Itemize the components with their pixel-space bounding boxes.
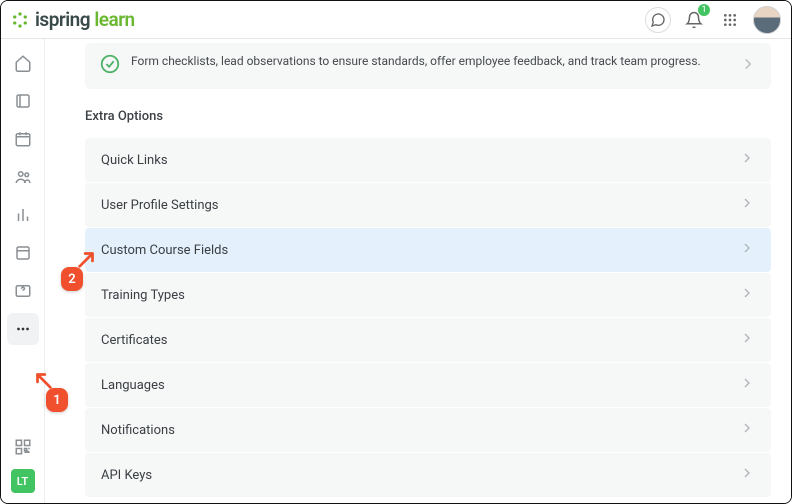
sidebar-reports-icon[interactable]	[7, 199, 39, 231]
option-certificates[interactable]: Certificates	[85, 318, 771, 362]
option-label: Languages	[101, 378, 165, 393]
option-label: API Keys	[101, 468, 152, 483]
check-circle-icon	[99, 53, 121, 75]
info-banner-text: Form checklists, lead observations to en…	[131, 53, 701, 70]
sidebar-library-icon[interactable]	[7, 237, 39, 269]
sidebar-help-icon[interactable]	[7, 275, 39, 307]
sidebar-users-icon[interactable]	[7, 161, 39, 193]
sidebar-home-icon[interactable]	[7, 47, 39, 79]
option-notifications[interactable]: Notifications	[85, 408, 771, 452]
chevron-right-icon	[739, 150, 755, 170]
logo-text: ispring learn	[35, 8, 135, 31]
chevron-right-icon	[739, 55, 757, 77]
sidebar-more-icon[interactable]	[7, 313, 39, 345]
sidebar-calendar-icon[interactable]	[7, 123, 39, 155]
option-training-types[interactable]: Training Types	[85, 273, 771, 317]
chat-icon[interactable]	[645, 7, 671, 33]
ispring-logo-icon	[11, 11, 29, 29]
option-label: Quick Links	[101, 153, 168, 168]
chevron-right-icon	[739, 375, 755, 395]
chevron-right-icon	[739, 465, 755, 485]
apps-grid-icon[interactable]	[717, 7, 743, 33]
sidebar-user-badge[interactable]: LT	[11, 469, 35, 493]
option-api-keys[interactable]: API Keys	[85, 453, 771, 497]
section-title: Extra Options	[85, 109, 771, 124]
logo: ispring learn	[11, 8, 135, 31]
header-actions: 1	[645, 6, 781, 34]
option-label: Custom Course Fields	[101, 243, 228, 258]
main-content: Form checklists, lead observations to en…	[45, 39, 791, 503]
sidebar: LT	[1, 39, 45, 503]
option-label: Training Types	[101, 288, 185, 303]
notification-badge: 1	[698, 4, 710, 16]
option-quick-links[interactable]: Quick Links	[85, 138, 771, 182]
option-custom-course-fields[interactable]: Custom Course Fields	[85, 228, 771, 272]
chevron-right-icon	[739, 285, 755, 305]
options-list: Quick Links User Profile Settings Custom…	[85, 138, 771, 497]
chevron-right-icon	[739, 420, 755, 440]
callout-step-2: 2	[61, 267, 83, 291]
option-label: User Profile Settings	[101, 198, 219, 213]
chevron-right-icon	[739, 330, 755, 350]
chevron-right-icon	[739, 240, 755, 260]
arrow-icon	[76, 248, 98, 270]
option-label: Certificates	[101, 333, 167, 348]
callout-step-1: 1	[46, 388, 68, 412]
chevron-right-icon	[739, 195, 755, 215]
sidebar-qr-icon[interactable]	[7, 431, 39, 463]
app-header: ispring learn 1	[1, 1, 791, 39]
sidebar-courses-icon[interactable]	[7, 85, 39, 117]
option-label: Notifications	[101, 423, 175, 438]
option-languages[interactable]: Languages	[85, 363, 771, 407]
avatar[interactable]	[753, 6, 781, 34]
info-banner[interactable]: Form checklists, lead observations to en…	[85, 43, 771, 89]
bell-icon[interactable]: 1	[681, 7, 707, 33]
option-user-profile-settings[interactable]: User Profile Settings	[85, 183, 771, 227]
